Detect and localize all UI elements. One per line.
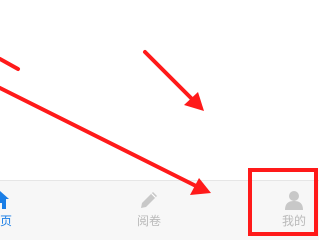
tab-mine-label: 我的 (281, 214, 306, 228)
tab-exam-label: 阅卷 (136, 214, 161, 228)
main-content-area (0, 0, 319, 180)
tab-home[interactable]: 首页 (0, 181, 30, 240)
pencil-icon (141, 192, 157, 208)
tab-exam[interactable]: 阅卷 (118, 181, 180, 240)
tab-mine[interactable]: 我的 (259, 181, 320, 240)
bottom-tab-bar: 首页 阅卷 我的 (0, 180, 319, 240)
tab-home-label: 首页 (0, 214, 12, 228)
home-icon (0, 191, 9, 209)
person-icon (285, 191, 303, 210)
